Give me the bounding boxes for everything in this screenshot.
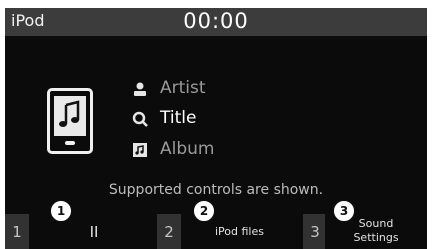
music-search-icon [132, 111, 148, 127]
music-player-icon [47, 88, 93, 154]
callout-3: 3 [333, 200, 355, 222]
supported-controls-hint: Supported controls are shown. [108, 182, 324, 198]
person-icon [134, 82, 146, 96]
callout-2: 2 [193, 200, 215, 222]
control-number-3: 3 [303, 214, 327, 249]
control-number-2: 2 [157, 214, 181, 249]
album-text: Album [160, 139, 215, 159]
title-text: Title [160, 108, 197, 128]
status-bar: iPod 00:00 [5, 8, 427, 36]
album-icon [133, 143, 147, 157]
pause-button[interactable]: II [35, 214, 153, 249]
clock: 00:00 [183, 9, 249, 33]
callout-1: 1 [50, 200, 72, 222]
music-note-icon [59, 100, 80, 127]
control-bar: 1 II 2 iPod files 3 Sound Settings [5, 214, 427, 249]
control-number-1: 1 [5, 214, 29, 249]
artist-text: Artist [160, 78, 206, 98]
sound-settings-label-line2: Settings [353, 231, 399, 244]
